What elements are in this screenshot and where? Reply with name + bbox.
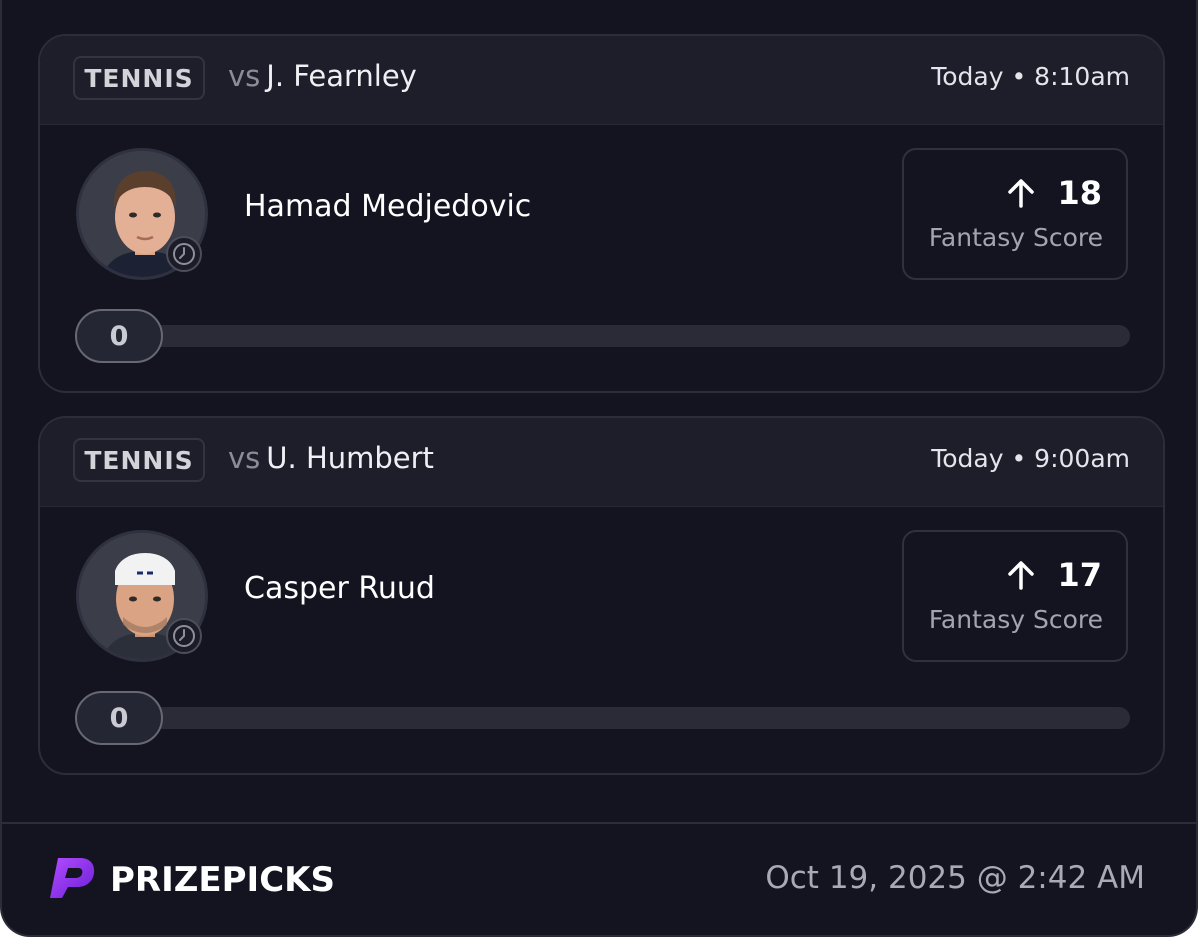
progress-track <box>152 707 1130 729</box>
sport-badge: TENNIS <box>73 438 205 482</box>
opponent-label: vs J. Fearnley <box>228 59 417 93</box>
footer-divider <box>2 822 1196 824</box>
pick-card-header: TENNIS vs U. Humbert Today • 9:00am <box>40 418 1163 507</box>
pick-summary-panel: TENNIS vs J. Fearnley Today • 8:10am Ham… <box>0 0 1198 937</box>
game-time: Today • 8:10am <box>931 62 1130 91</box>
brand-name: PRIZEPICKS <box>110 860 335 900</box>
projection-box[interactable]: 18 Fantasy Score <box>902 148 1128 280</box>
clock-icon <box>166 618 202 654</box>
opponent-label: vs U. Humbert <box>228 441 434 475</box>
projection-line: 18 <box>1007 174 1102 212</box>
pick-card[interactable]: TENNIS vs J. Fearnley Today • 8:10am Ham… <box>38 34 1165 393</box>
pick-card-header: TENNIS vs J. Fearnley Today • 8:10am <box>40 36 1163 125</box>
arrow-up-icon <box>1007 560 1035 590</box>
projection-value: 18 <box>1057 174 1102 212</box>
clock-icon <box>166 236 202 272</box>
pick-card[interactable]: TENNIS vs U. Humbert Today • 9:00am Casp… <box>38 416 1165 775</box>
stat-type-label: Fantasy Score <box>928 223 1103 252</box>
vs-prefix: vs <box>228 441 261 475</box>
stat-type-label: Fantasy Score <box>928 605 1103 634</box>
brand-logo: PRIZEPICKS <box>48 856 335 904</box>
progress-track <box>152 325 1130 347</box>
player-name: Casper Ruud <box>244 571 435 606</box>
player-name: Hamad Medjedovic <box>244 189 532 224</box>
opponent-name: U. Humbert <box>266 441 434 475</box>
arrow-up-icon <box>1007 178 1035 208</box>
vs-prefix: vs <box>228 59 261 93</box>
opponent-name: J. Fearnley <box>266 59 417 93</box>
progress-value: 0 <box>75 691 163 745</box>
progress-value: 0 <box>75 309 163 363</box>
prizepicks-logo-icon <box>48 856 96 904</box>
game-time: Today • 9:00am <box>931 444 1130 473</box>
projection-line: 17 <box>1007 556 1102 594</box>
projection-value: 17 <box>1057 556 1102 594</box>
sport-badge: TENNIS <box>73 56 205 100</box>
projection-box[interactable]: 17 Fantasy Score <box>902 530 1128 662</box>
timestamp: Oct 19, 2025 @ 2:42 AM <box>765 860 1145 896</box>
